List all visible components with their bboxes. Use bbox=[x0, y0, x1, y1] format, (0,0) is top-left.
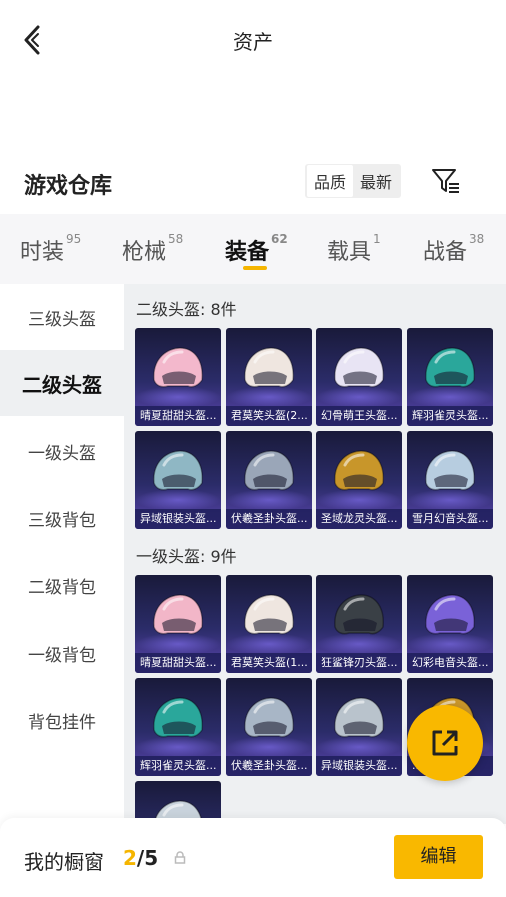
group-title: 一级头盔: 9件 bbox=[136, 547, 237, 566]
helmet-name: 辉羽雀灵头盔... bbox=[407, 406, 493, 426]
tab-count: 38 bbox=[469, 232, 485, 246]
helmet-icon bbox=[153, 594, 203, 635]
sidebar-item-level3-backpack[interactable]: 三级背包 bbox=[0, 485, 124, 551]
helmet-card[interactable]: 圣域龙灵头盔... bbox=[316, 431, 402, 529]
helmet-name: 伏羲圣卦头盔... bbox=[226, 509, 312, 529]
helmet-name: 圣域龙灵头盔... bbox=[316, 509, 402, 529]
helmet-icon bbox=[244, 450, 294, 491]
edit-button[interactable]: 编辑 bbox=[394, 835, 483, 879]
helmet-card[interactable]: 伏羲圣卦头盔... bbox=[226, 431, 312, 529]
tab-supplies[interactable]: 战备38 bbox=[423, 232, 485, 266]
category-tabs: 时装95 枪械58 装备62 载具1 战备38 bbox=[0, 214, 506, 284]
helmet-card[interactable]: 雪月幻音头盔... bbox=[407, 431, 493, 529]
helmet-name: 异域银装头盔... bbox=[135, 509, 221, 529]
helmet-icon bbox=[153, 697, 203, 738]
helmet-icon bbox=[425, 347, 475, 388]
helmet-name: 伏羲圣卦头盔... bbox=[226, 756, 312, 776]
showcase-current: 2 bbox=[123, 846, 137, 870]
showcase-count: 2/5 bbox=[123, 846, 158, 870]
tab-count: 58 bbox=[168, 232, 184, 246]
helmet-name: 君莫笑头盔(1... bbox=[226, 653, 312, 673]
tab-count: 1 bbox=[373, 232, 381, 246]
sort-latest-option[interactable]: 最新 bbox=[353, 165, 399, 197]
helmet-icon bbox=[425, 450, 475, 491]
sidebar-item-level2-helmet[interactable]: 二级头盔 bbox=[0, 350, 124, 416]
helmet-card[interactable]: 狂鲨锋刃头盔... bbox=[316, 575, 402, 673]
helmet-name: 晴夏甜甜头盔... bbox=[135, 653, 221, 673]
sidebar-item-level2-backpack[interactable]: 二级背包 bbox=[0, 552, 124, 618]
sort-quality-option[interactable]: 品质 bbox=[307, 165, 354, 197]
helmet-name: 异域银装头盔... bbox=[316, 756, 402, 776]
helmet-card[interactable]: 伏羲圣卦头盔... bbox=[226, 678, 312, 776]
tab-equipment[interactable]: 装备62 bbox=[225, 232, 288, 266]
helmet-card[interactable]: 辉羽雀灵头盔... bbox=[407, 328, 493, 426]
share-button[interactable] bbox=[407, 705, 483, 781]
helmet-icon bbox=[244, 697, 294, 738]
active-tab-indicator bbox=[243, 266, 267, 270]
helmet-icon bbox=[244, 347, 294, 388]
helmet-name: 幻骨萌王头盔... bbox=[316, 406, 402, 426]
helmet-icon bbox=[153, 450, 203, 491]
filter-icon bbox=[432, 169, 459, 193]
helmet-card[interactable]: 幻彩电音头盔... bbox=[407, 575, 493, 673]
sort-toggle[interactable]: 品质 最新 bbox=[305, 164, 402, 198]
warehouse-header: 游戏仓库 品质 最新 bbox=[0, 160, 506, 210]
tab-guns[interactable]: 枪械58 bbox=[122, 232, 184, 266]
page-title: 资产 bbox=[233, 30, 273, 54]
tab-label: 时装 bbox=[20, 240, 65, 265]
showcase-label: 我的橱窗 bbox=[24, 850, 104, 874]
tab-label: 装备 bbox=[225, 240, 270, 265]
showcase-bar: 我的橱窗 2/5 编辑 bbox=[0, 818, 506, 897]
helmet-card[interactable]: 异域银装头盔... bbox=[316, 678, 402, 776]
showcase-total: /5 bbox=[136, 846, 159, 870]
tab-count: 62 bbox=[271, 232, 288, 246]
sidebar-item-level3-helmet[interactable]: 三级头盔 bbox=[0, 284, 124, 350]
tab-fashion[interactable]: 时装95 bbox=[20, 232, 82, 266]
helmet-card[interactable]: 晴夏甜甜头盔... bbox=[135, 328, 221, 426]
warehouse-title: 游戏仓库 bbox=[24, 174, 113, 199]
helmet-name: 狂鲨锋刃头盔... bbox=[316, 653, 402, 673]
group-title: 二级头盔: 8件 bbox=[136, 300, 237, 319]
helmet-card[interactable]: 君莫笑头盔(2... bbox=[226, 328, 312, 426]
tab-label: 战备 bbox=[423, 240, 468, 265]
helmet-icon bbox=[334, 594, 384, 635]
lock-icon bbox=[174, 851, 186, 864]
external-link-icon bbox=[432, 730, 458, 756]
sidebar-item-level1-backpack[interactable]: 一级背包 bbox=[0, 620, 124, 686]
helmet-name: 雪月幻音头盔... bbox=[407, 509, 493, 529]
filter-button[interactable] bbox=[430, 165, 462, 197]
helmet-icon bbox=[334, 697, 384, 738]
tab-label: 枪械 bbox=[122, 240, 167, 265]
subcategory-sidebar: 三级头盔 二级头盔 一级头盔 三级背包 二级背包 一级背包 背包挂件 bbox=[0, 284, 124, 824]
helmet-card[interactable]: 晴夏甜甜头盔... bbox=[135, 575, 221, 673]
tab-vehicles[interactable]: 载具1 bbox=[327, 232, 381, 266]
sidebar-item-level1-helmet[interactable]: 一级头盔 bbox=[0, 418, 124, 484]
helmet-icon bbox=[334, 450, 384, 491]
tab-label: 载具 bbox=[327, 240, 372, 265]
helmet-icon bbox=[425, 594, 475, 635]
tab-count: 95 bbox=[66, 232, 82, 246]
helmet-icon bbox=[334, 347, 384, 388]
helmet-name: 辉羽雀灵头盔... bbox=[135, 756, 221, 776]
helmet-card[interactable]: 君莫笑头盔(1... bbox=[226, 575, 312, 673]
top-bar: 资产 bbox=[0, 0, 506, 80]
helmet-name: 幻彩电音头盔... bbox=[407, 653, 493, 673]
helmet-name: 晴夏甜甜头盔... bbox=[135, 406, 221, 426]
helmet-card[interactable]: 异域银装头盔... bbox=[135, 431, 221, 529]
helmet-card[interactable]: 辉羽雀灵头盔... bbox=[135, 678, 221, 776]
helmet-icon bbox=[244, 594, 294, 635]
sidebar-item-backpack-charms[interactable]: 背包挂件 bbox=[0, 687, 124, 753]
helmet-icon bbox=[153, 347, 203, 388]
helmet-card[interactable]: 幻骨萌王头盔... bbox=[316, 328, 402, 426]
helmet-name: 君莫笑头盔(2... bbox=[226, 406, 312, 426]
